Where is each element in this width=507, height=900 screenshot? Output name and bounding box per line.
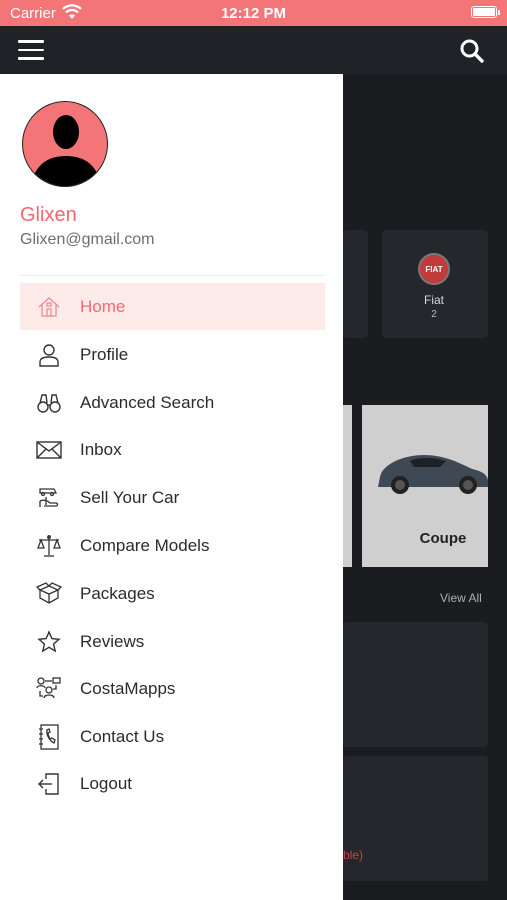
listing-partial-text: ble) [343, 848, 364, 862]
divider [20, 275, 325, 276]
menu-item-label: Compare Models [80, 535, 210, 555]
menu-item-label: Contact Us [80, 726, 165, 746]
menu-item-logout[interactable]: Logout [20, 760, 325, 807]
user-silhouette-icon [31, 115, 101, 186]
user-email: Glixen@gmail.com [20, 231, 155, 248]
brand-card-partial[interactable] [343, 230, 368, 338]
person-icon [36, 342, 62, 368]
scales-icon [36, 533, 62, 559]
clock: 12:12 PM [220, 5, 287, 22]
box-icon [36, 581, 62, 607]
address-book-icon [36, 723, 62, 750]
car-image [378, 455, 488, 494]
menu-item-home[interactable]: Home [20, 283, 325, 330]
menu-item-label: Reviews [80, 631, 145, 651]
menu-item-packages[interactable]: Packages [20, 570, 325, 617]
car-card-partial[interactable] [343, 405, 352, 567]
menu-item-label: Profile [80, 344, 129, 364]
listing-card[interactable] [343, 756, 488, 881]
fiat-logo: FIAT [418, 253, 450, 285]
menu-item-contact-us[interactable]: Contact Us [20, 713, 325, 760]
battery-icon [471, 6, 497, 18]
brand-count: 2 [431, 309, 437, 320]
hand-car-icon [36, 485, 62, 511]
top-navigation-bar [0, 26, 507, 74]
binoculars-icon [36, 390, 62, 416]
menu-item-sell-your-car[interactable]: Sell Your Car [20, 474, 325, 521]
star-icon [36, 629, 62, 655]
search-icon[interactable] [459, 38, 485, 64]
logout-icon [36, 771, 62, 797]
view-all-link[interactable]: View All [440, 591, 482, 605]
menu-item-reviews[interactable]: Reviews [20, 618, 325, 665]
menu-item-profile[interactable]: Profile [20, 331, 325, 378]
menu-item-compare-models[interactable]: Compare Models [20, 522, 325, 569]
network-icon [36, 676, 62, 702]
menu-item-label: Sell Your Car [80, 487, 180, 507]
user-name: Glixen [20, 204, 77, 226]
menu-item-inbox[interactable]: Inbox [20, 426, 325, 473]
brand-name: Fiat [423, 293, 444, 307]
menu-item-label: Advanced Search [80, 392, 215, 412]
menu-item-label: CostaMapps [80, 678, 176, 698]
home-icon [36, 294, 62, 320]
envelope-icon [36, 437, 62, 463]
menu-item-label: Home [80, 296, 126, 316]
status-bar: Carrier 12:12 PM [0, 0, 507, 26]
car-category-label: Coupe [419, 530, 467, 547]
menu-item-label: Packages [80, 583, 155, 603]
menu-item-label: Logout [80, 773, 132, 793]
menu-item-costamapps[interactable]: CostaMapps [20, 665, 325, 712]
listing-card[interactable] [343, 622, 488, 747]
hamburger-menu-icon[interactable] [18, 40, 44, 60]
menu-item-advanced-search[interactable]: Advanced Search [20, 379, 325, 426]
avatar[interactable] [22, 101, 108, 187]
menu-item-label: Inbox [80, 439, 122, 459]
